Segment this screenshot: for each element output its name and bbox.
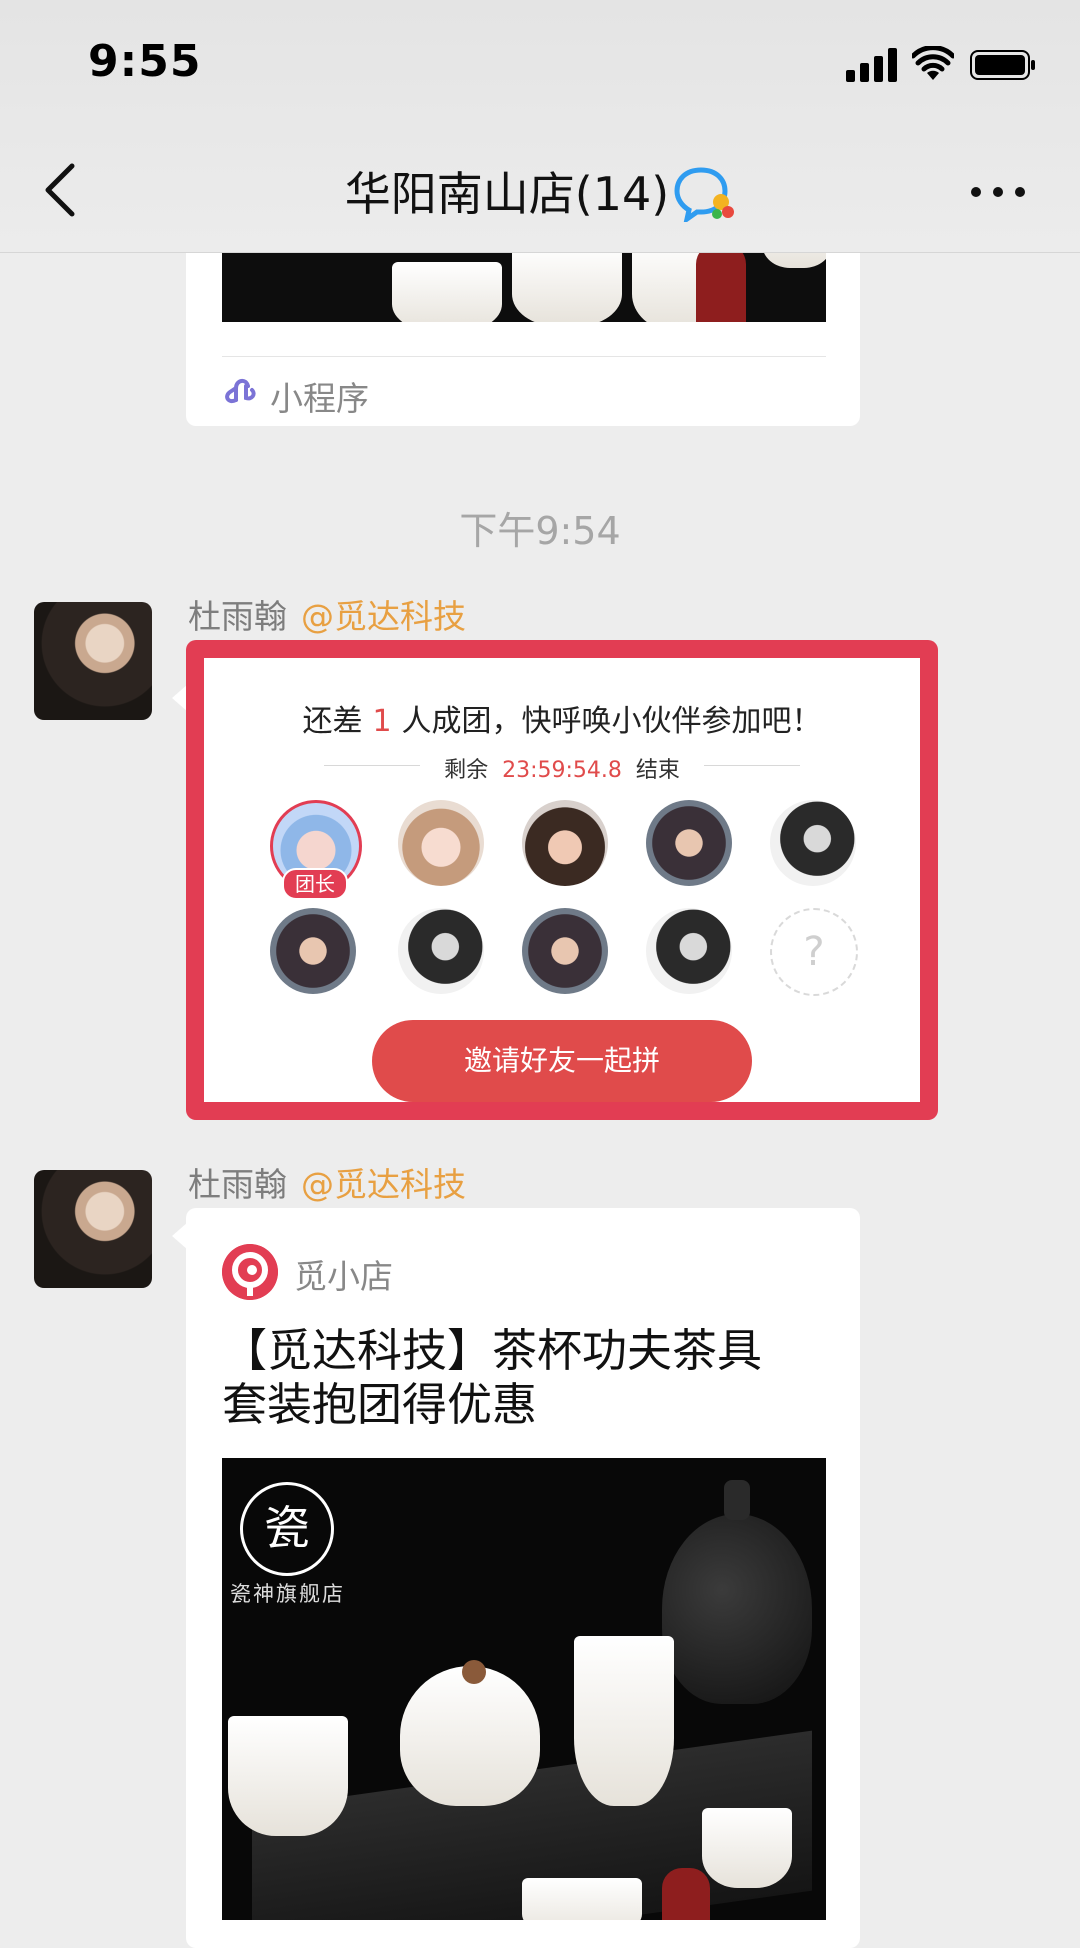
more-options-icon[interactable] (968, 172, 1028, 212)
timer-post: 结束 (635, 758, 680, 783)
top-bar: 9:55 华阳南山店(14) (0, 0, 1080, 253)
title-pre: 还差 (302, 704, 363, 739)
message-timestamp: 下午9:54 (459, 509, 621, 553)
member-avatar (270, 908, 356, 994)
shop-name: 觅小店 (294, 1257, 393, 1296)
card-title-line-2: 套装抱团得优惠 (222, 1378, 538, 1431)
cellular-signal-icon (846, 48, 897, 82)
member-avatar (646, 908, 732, 994)
sender-name-text: 杜雨翰 (188, 1165, 287, 1204)
leader-badge: 团长 (282, 868, 348, 900)
brand-text: 瓷神旗舰店 (230, 1582, 345, 1606)
title-post: 人成团，快呼唤小伙伴参加吧！ (401, 704, 822, 739)
status-time: 9:55 (88, 36, 202, 87)
card-title: 【觅达科技】茶杯功夫茶具 套装抱团得优惠 (222, 1324, 762, 1432)
group-chat-icon (674, 167, 735, 222)
mini-program-icon (225, 379, 256, 403)
mini-program-label: 小程序 (270, 379, 369, 418)
divider (222, 356, 826, 357)
brand-seal: 瓷 (240, 1482, 334, 1576)
sender-name: 杜雨翰 @觅达科技 (188, 590, 466, 638)
avatar[interactable] (34, 602, 152, 720)
member-avatar (398, 800, 484, 886)
group-buy-card-body: 还差 1 人成团，快呼唤小伙伴参加吧！ 剩余 23:59:54.8 结束 团长 ? 邀请… (204, 658, 920, 1102)
countdown-value: 23:59:54.8 (502, 758, 622, 783)
chat-title-text: 华阳南山店(14) (344, 167, 670, 221)
sender-name-text: 杜雨翰 (188, 597, 287, 636)
remaining-count: 1 (372, 704, 392, 739)
member-avatar (398, 908, 484, 994)
sender-mention: @觅达科技 (301, 1165, 466, 1204)
member-avatar (522, 908, 608, 994)
battery-icon (970, 50, 1035, 80)
sender-mention: @觅达科技 (301, 597, 466, 636)
member-avatar (646, 800, 732, 886)
timer-pre: 剩余 (444, 758, 489, 783)
chat-title: 华阳南山店(14) (0, 158, 1080, 224)
member-avatar (522, 800, 608, 886)
group-buy-card[interactable]: 还差 1 人成团，快呼唤小伙伴参加吧！ 剩余 23:59:54.8 结束 团长 ? 邀请… (186, 640, 938, 1120)
wifi-icon (912, 46, 954, 80)
sender-name: 杜雨翰 @觅达科技 (188, 1158, 466, 1206)
group-buy-title: 还差 1 人成团，快呼唤小伙伴参加吧！ (204, 696, 920, 740)
member-avatar (770, 800, 856, 886)
shop-card-bubble[interactable]: 觅小店 【觅达科技】茶杯功夫茶具 套装抱团得优惠 瓷 瓷神旗舰店 (186, 1208, 860, 1948)
avatar[interactable] (34, 1170, 152, 1288)
empty-member-slot: ? (770, 908, 858, 996)
countdown: 剩余 23:59:54.8 结束 (204, 752, 920, 784)
shop-logo-icon (222, 1244, 278, 1300)
invite-friends-button[interactable]: 邀请好友一起拼 (372, 1020, 752, 1102)
card-title-line-1: 【觅达科技】茶杯功夫茶具 (222, 1324, 763, 1377)
product-image: 瓷 瓷神旗舰店 (222, 1458, 826, 1920)
